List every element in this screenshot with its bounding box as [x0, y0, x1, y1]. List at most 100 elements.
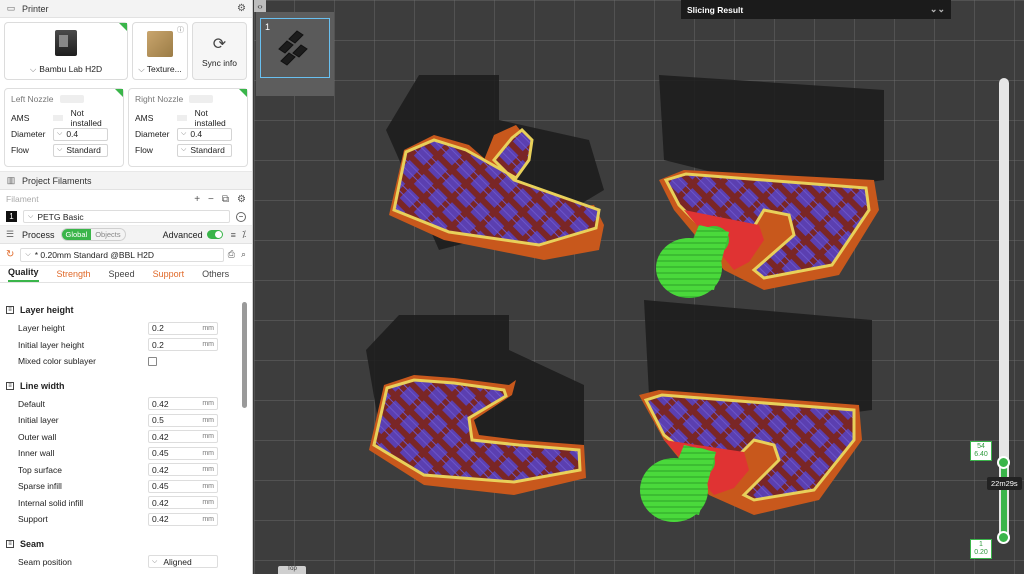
ams-status: Not installed [70, 108, 102, 128]
param-unit: mm [202, 449, 214, 457]
sliced-models[interactable] [254, 0, 994, 574]
param-input[interactable]: 0.42 mm [148, 496, 218, 510]
filament-row: 1 ⌵ PETG Basic − [0, 208, 252, 226]
printer-section-header: ▭ Printer ⚙ [0, 0, 252, 18]
scope-global[interactable]: Global [61, 229, 92, 240]
filament-header-row: Filament + − ⧉ ⚙ [0, 190, 252, 208]
top-layer-number: 54 [977, 443, 985, 450]
group-title: ≡ Layer height [0, 300, 240, 320]
diameter-value: 0.4 [190, 129, 203, 139]
param-input[interactable]: 0.42 mm [148, 512, 218, 526]
process-tabs: Quality Strength Speed Support Others [0, 266, 252, 283]
param-label: Support [18, 514, 48, 525]
plate-card[interactable]: ⓘ ⌵ Texture... [132, 22, 188, 80]
param-input[interactable]: 0.2 mm [148, 338, 218, 352]
connected-marker [119, 23, 127, 31]
param-input[interactable]: 0.45 mm [148, 446, 218, 460]
param-unit: mm [202, 433, 214, 441]
param-label: Inner wall [18, 448, 55, 459]
param-value: 0.2 [152, 323, 164, 334]
param-row: Inner wall 0.45 mm [0, 445, 240, 462]
filament-sync-icon[interactable]: ⧉ [222, 194, 229, 205]
right-nozzle-title: Right Nozzle [135, 94, 184, 104]
param-value: 0.42 [152, 398, 169, 409]
tab-others[interactable]: Others [202, 269, 229, 282]
layer-slider-bottom-knob[interactable] [997, 531, 1010, 544]
bottom-layer-height: 0.20 [974, 549, 988, 556]
group-title: ≡ Line width [0, 376, 240, 396]
estimated-time-badge: 22m29s [987, 477, 1022, 490]
param-label: Initial layer [18, 415, 59, 426]
param-unit: mm [202, 466, 214, 474]
model-1[interactable] [386, 75, 604, 260]
printer-card[interactable]: ⌵ Bambu Lab H2D [4, 22, 128, 80]
filament-icon: ▥ [6, 175, 16, 185]
param-value: 0.42 [152, 497, 169, 508]
ams-status: Not installed [194, 108, 226, 128]
tab-speed[interactable]: Speed [109, 269, 135, 282]
filament-select[interactable]: ⌵ PETG Basic [23, 210, 230, 223]
flow-value: Standard [190, 145, 225, 155]
param-input[interactable]: 0.42 mm [148, 430, 218, 444]
chevron-down-icon: ⌵ [181, 146, 187, 153]
info-icon[interactable]: ⓘ [177, 25, 184, 35]
param-value: 0.2 [152, 339, 164, 350]
param-row: Default 0.42 mm [0, 396, 240, 413]
compare-icon[interactable]: ⁒ [242, 229, 246, 240]
process-preset-select[interactable]: ⌵ * 0.20mm Standard @BBL H2D [20, 247, 224, 262]
group-icon: ≡ [6, 381, 14, 390]
save-preset-icon[interactable]: ⎙ [228, 249, 235, 260]
param-value: 0.42 [152, 514, 169, 525]
left-diameter-select[interactable]: ⌵ 0.4 [53, 127, 108, 141]
param-select[interactable]: ⌵ Aligned [148, 555, 218, 569]
model-2[interactable] [656, 75, 884, 298]
printer-settings-icon[interactable]: ⚙ [237, 3, 246, 14]
add-filament-icon[interactable]: + [194, 194, 200, 205]
filament-header: Filament [6, 194, 39, 204]
layer-slider-top-knob[interactable] [997, 456, 1010, 469]
3d-viewport[interactable]: ‹› 1 Slicing Result ⌄⌄ 54 6.40 1 0.20 22… [254, 0, 1024, 574]
tab-strength[interactable]: Strength [57, 269, 91, 282]
param-input[interactable]: 0.45 mm [148, 479, 218, 493]
view-top-button[interactable]: Top [278, 566, 306, 574]
model-3[interactable] [366, 315, 586, 495]
group-icon: ≡ [6, 539, 14, 548]
param-input[interactable]: 0.42 mm [148, 397, 218, 411]
advanced-toggle[interactable] [206, 230, 223, 239]
printer-row: ⌵ Bambu Lab H2D ⓘ ⌵ Texture... ⟳ Sync info [0, 18, 252, 84]
right-diameter-select[interactable]: ⌵ 0.4 [177, 127, 232, 141]
remove-icon[interactable]: − [236, 211, 246, 222]
group-title: ≡ Seam [0, 534, 240, 554]
param-unit: mm [202, 324, 214, 332]
param-checkbox[interactable] [148, 356, 157, 366]
connected-marker [239, 89, 247, 97]
param-row: Sparse infill 0.45 mm [0, 478, 240, 495]
tab-support[interactable]: Support [153, 269, 185, 282]
param-input[interactable]: 0.5 mm [148, 413, 218, 427]
right-flow-select[interactable]: ⌵ Standard [177, 143, 232, 157]
param-input[interactable]: 0.2 mm [148, 321, 218, 335]
plate-image [147, 31, 173, 57]
sync-icon: ⟳ [212, 36, 227, 53]
param-label: Mixed color sublayer [18, 356, 96, 367]
filament-settings-icon[interactable]: ⚙ [237, 194, 246, 205]
tab-quality[interactable]: Quality [8, 267, 39, 282]
preset-row: ↻ ⌵ * 0.20mm Standard @BBL H2D ⎙ ⌕ [0, 244, 252, 266]
nozzle-row: Left Nozzle AMS Not installed Diameter ⌵ 0.… [0, 84, 252, 172]
param-input[interactable]: 0.42 mm [148, 463, 218, 477]
scope-toggle[interactable]: Global Objects [60, 228, 126, 241]
list-icon[interactable]: ≡ [231, 230, 236, 240]
param-label: Outer wall [18, 431, 57, 442]
filament-number[interactable]: 1 [6, 211, 17, 222]
scope-objects[interactable]: Objects [91, 229, 124, 240]
remove-filament-icon[interactable]: − [208, 194, 214, 205]
params-scrollbar[interactable] [242, 302, 247, 408]
left-panel: ▭ Printer ⚙ ⌵ Bambu Lab H2D ⓘ ⌵ Texture...… [0, 0, 253, 574]
search-icon[interactable]: ⌕ [241, 249, 246, 260]
reset-icon[interactable]: ↻ [6, 249, 14, 260]
left-flow-select[interactable]: ⌵ Standard [53, 143, 108, 157]
sync-info-button[interactable]: ⟳ Sync info [192, 22, 247, 80]
model-4[interactable] [639, 300, 872, 522]
chevron-down-icon: ⌵ [138, 64, 145, 74]
param-row: Initial layer 0.5 mm [0, 412, 240, 429]
